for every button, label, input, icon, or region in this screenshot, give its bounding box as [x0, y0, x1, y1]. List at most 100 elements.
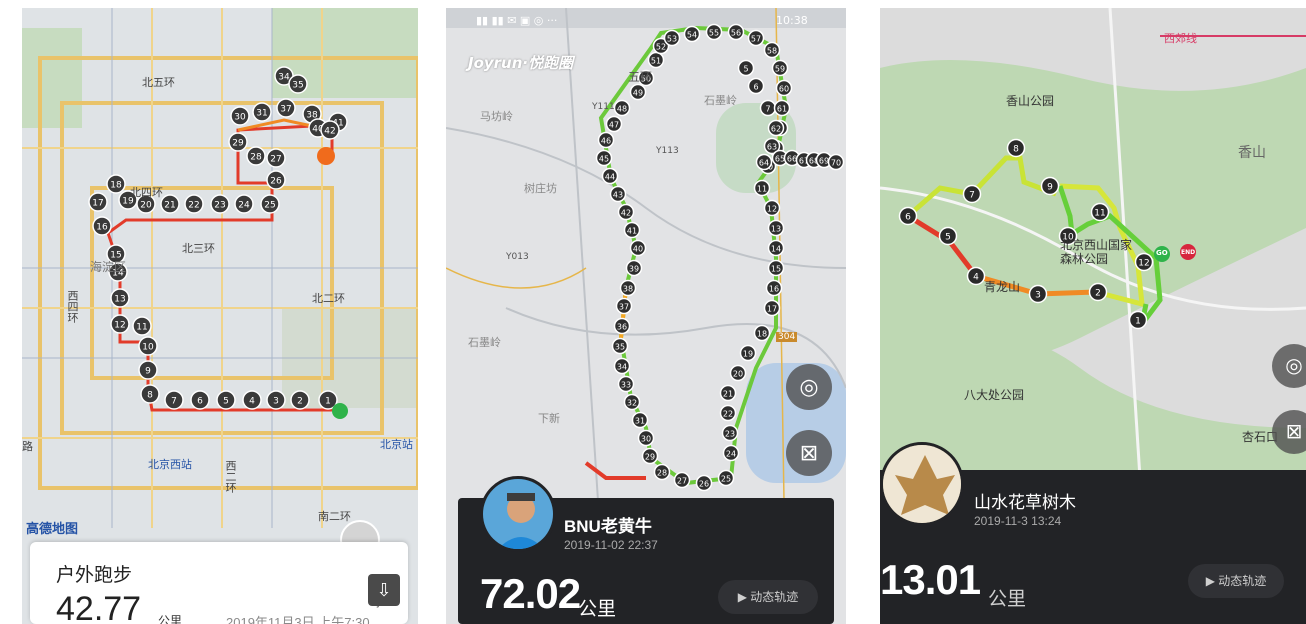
route-marker-label: 23: [725, 430, 735, 439]
route-marker-label: 11: [757, 185, 767, 194]
start-marker: [332, 403, 348, 419]
route-marker-label: 18: [757, 330, 767, 339]
play-icon: ▶: [1205, 574, 1219, 588]
route-marker-label: 30: [234, 113, 246, 123]
gaode-running-screenshot: 1 2 3 4 5 6 7 8 9 10 11 12 13 14 15 16 17 18 19 20 21 22 23 24 2…: [22, 8, 418, 624]
route-marker-label: 7: [171, 397, 177, 407]
route-marker-label: 65: [775, 155, 785, 164]
route-marker-label: 7: [765, 105, 770, 114]
route-marker-label: 38: [623, 285, 633, 294]
route-marker-label: 48: [617, 105, 627, 114]
distance-unit: 公里: [158, 614, 183, 624]
route-marker-label: 29: [645, 453, 655, 462]
avatar[interactable]: [480, 476, 556, 552]
route-marker-label: 66: [787, 155, 797, 164]
map-label: 北四环: [130, 186, 163, 199]
route-marker-label: 4: [973, 273, 979, 283]
route-marker-label: 12: [767, 205, 777, 214]
route-marker-label: 5: [223, 397, 229, 407]
route-marker-label: 33: [621, 381, 631, 390]
distance-unit: 公里: [578, 599, 617, 620]
map-label: 西四环: [66, 290, 79, 323]
route-marker-label: 6: [905, 213, 911, 223]
map-label: 北京站: [380, 438, 413, 451]
map-provider-logo: 高德地图: [26, 522, 79, 537]
route-marker-label: 16: [769, 285, 779, 294]
share-icon[interactable]: ⇩: [368, 574, 400, 606]
route-marker-label: 63: [767, 143, 777, 152]
route-marker-label: 34: [617, 363, 627, 372]
route-marker-label: 9: [145, 367, 151, 377]
route-marker-label: 16: [96, 223, 108, 233]
route-marker-label: 35: [615, 343, 625, 352]
map-layer-icon[interactable]: ⊠: [786, 430, 832, 476]
route-marker-label: 31: [635, 417, 645, 426]
distance-value: 72.02: [480, 570, 581, 617]
map-label: Y013: [506, 252, 529, 262]
dynamic-track-button[interactable]: ▶ 动态轨迹: [718, 580, 818, 614]
route-marker-label: 54: [687, 31, 697, 40]
map-label: 路: [22, 440, 33, 453]
route-marker-label: 11: [1094, 209, 1105, 219]
status-bar-icons: ▮▮ ▮▮ ✉ ▣ ◎ ···: [476, 14, 558, 27]
map-label: 西郊线: [1164, 32, 1197, 45]
route-marker-label: 35: [292, 81, 303, 91]
route-marker-label: 27: [270, 155, 281, 165]
route-marker-label: 17: [767, 305, 777, 314]
route-marker-label: 42: [324, 127, 335, 137]
route-marker-label: 58: [767, 47, 777, 56]
route-marker-label: 1: [1135, 317, 1141, 327]
dynamic-track-button[interactable]: ▶ 动态轨迹: [1188, 564, 1284, 598]
route-marker-label: 6: [753, 83, 758, 92]
route-marker-label: 37: [280, 105, 291, 115]
end-label: END: [1181, 249, 1196, 256]
route-marker-label: 23: [214, 201, 225, 211]
avatar[interactable]: [880, 442, 964, 526]
route-marker-label: 9: [1047, 183, 1053, 193]
brand-logo: Joyrun·悦跑圈: [468, 54, 574, 72]
route-marker-label: 60: [779, 85, 789, 94]
map-label: 马坊岭: [480, 110, 513, 123]
activity-title: 户外跑步: [56, 565, 133, 586]
route-marker-label: 4: [249, 397, 255, 407]
button-label: 动态轨迹: [750, 590, 799, 604]
route-marker-label: 19: [743, 350, 753, 359]
distance-value: 13.01: [880, 556, 981, 603]
route-marker-label: 34: [278, 73, 290, 83]
route-marker-label: 61: [777, 105, 787, 114]
road-badge: 304: [776, 332, 798, 342]
activity-date: 2019年11月3日 上午7:30: [226, 615, 370, 624]
map-label: Y111: [592, 102, 615, 112]
map-label: 石墨岭: [468, 336, 501, 349]
map-label: 海淀区: [90, 260, 127, 274]
user-name: BNU老黄牛: [564, 517, 652, 536]
locate-icon[interactable]: ◎: [786, 364, 832, 410]
route-marker-label: 14: [771, 245, 781, 254]
route-marker-label: 21: [723, 390, 733, 399]
map-label: 北三环: [182, 242, 215, 255]
route-marker-label: 39: [629, 265, 639, 274]
route-marker-label: 64: [759, 159, 769, 168]
route-marker-label: 24: [726, 450, 736, 459]
route-marker-label: 37: [619, 303, 629, 312]
route-marker-label: 24: [238, 201, 250, 211]
route-marker-label: 21: [164, 201, 175, 211]
route-marker-label: 25: [721, 475, 731, 484]
route-marker-label: 28: [250, 153, 262, 163]
route-marker-label: 45: [599, 155, 609, 164]
route-marker-label: 2: [1095, 289, 1101, 299]
route-marker-label: 43: [613, 191, 623, 200]
route-marker-label: 10: [142, 343, 154, 353]
route-marker-label: 70: [831, 159, 841, 168]
map-label: 北二环: [312, 292, 345, 305]
route-marker-label: 18: [110, 181, 122, 191]
map-label: 八大处公园: [964, 388, 1025, 402]
route-marker-label: 1: [325, 397, 331, 407]
route-marker-label: 3: [1035, 291, 1041, 301]
route-marker-label: 5: [743, 65, 748, 74]
route-marker-label: 59: [775, 65, 785, 74]
activity-card: 户外跑步 42.77 公里 2019年11月3日 上午7:30 jim: [30, 542, 408, 624]
user-name: 山水花草树木: [974, 493, 1076, 512]
route-marker-label: 20: [733, 370, 743, 379]
route-marker-label: 51: [651, 57, 661, 66]
